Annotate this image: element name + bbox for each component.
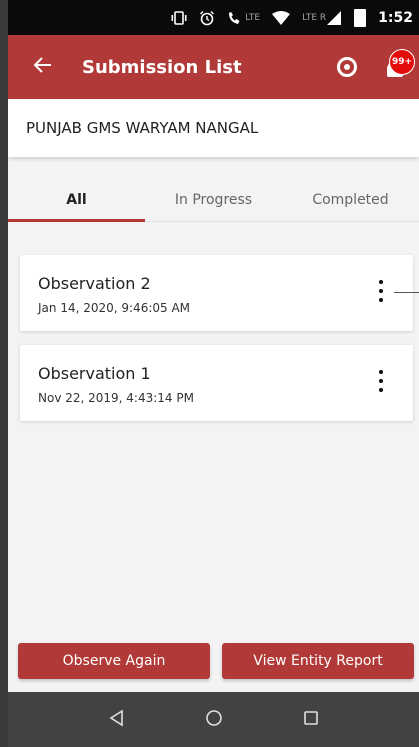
location-button[interactable] bbox=[325, 35, 369, 99]
nav-back-button[interactable] bbox=[97, 700, 137, 740]
battery-icon bbox=[354, 8, 367, 27]
triangle-back-icon bbox=[108, 709, 126, 731]
submission-tabs: All In Progress Completed bbox=[8, 179, 419, 222]
more-options-icon[interactable] bbox=[375, 280, 387, 302]
device-frame: LTE LTE R 1:52 Submission List 99+ PUNJA… bbox=[0, 0, 419, 747]
callout-line bbox=[394, 292, 419, 293]
target-icon bbox=[337, 57, 357, 77]
roaming-lte-label: LTE R bbox=[302, 12, 327, 23]
wifi-calling-icon: LTE bbox=[227, 10, 260, 26]
nav-recents-button[interactable] bbox=[291, 700, 331, 740]
submission-date: Nov 22, 2019, 4:43:14 PM bbox=[38, 391, 194, 405]
vibrate-icon bbox=[171, 10, 187, 26]
back-button[interactable] bbox=[8, 35, 78, 99]
system-navigation-bar bbox=[8, 692, 419, 747]
clock: 1:52 bbox=[378, 9, 413, 26]
square-recents-icon bbox=[303, 710, 319, 730]
submission-date: Jan 14, 2020, 9:46:05 AM bbox=[38, 301, 191, 315]
app-bar: Submission List 99+ bbox=[8, 35, 419, 99]
tab-in-progress[interactable]: In Progress bbox=[145, 179, 282, 221]
view-entity-report-button[interactable]: View Entity Report bbox=[222, 643, 414, 679]
submission-title: Observation 2 bbox=[38, 274, 151, 293]
wifi-icon bbox=[272, 10, 291, 25]
lte-label: LTE bbox=[245, 12, 261, 23]
notification-badge: 99+ bbox=[389, 49, 415, 75]
submission-content: All In Progress Completed Observation 2 … bbox=[8, 157, 419, 710]
bottom-actions: Observe Again View Entity Report bbox=[8, 643, 419, 681]
signal-icon: LTE R bbox=[302, 10, 342, 26]
circle-home-icon bbox=[205, 709, 223, 731]
tab-completed[interactable]: Completed bbox=[282, 179, 419, 221]
submission-title: Observation 1 bbox=[38, 364, 151, 383]
more-options-icon[interactable] bbox=[375, 370, 387, 392]
alarm-icon bbox=[199, 10, 215, 26]
arrow-left-icon bbox=[33, 53, 53, 81]
page-title: Submission List bbox=[82, 56, 242, 78]
submission-card[interactable]: Observation 2 Jan 14, 2020, 9:46:05 AM bbox=[20, 255, 413, 331]
window-edge bbox=[0, 0, 8, 747]
nav-home-button[interactable] bbox=[194, 700, 234, 740]
phone-screen: LTE LTE R 1:52 Submission List 99+ PUNJA… bbox=[8, 0, 419, 747]
tab-all[interactable]: All bbox=[8, 179, 145, 222]
entity-name: PUNJAB GMS WARYAM NANGAL bbox=[8, 99, 419, 157]
submission-card[interactable]: Observation 1 Nov 22, 2019, 4:43:14 PM bbox=[20, 345, 413, 421]
notification-button[interactable]: 99+ bbox=[369, 35, 419, 99]
status-bar: LTE LTE R 1:52 bbox=[8, 0, 419, 35]
observe-again-button[interactable]: Observe Again bbox=[18, 643, 210, 679]
